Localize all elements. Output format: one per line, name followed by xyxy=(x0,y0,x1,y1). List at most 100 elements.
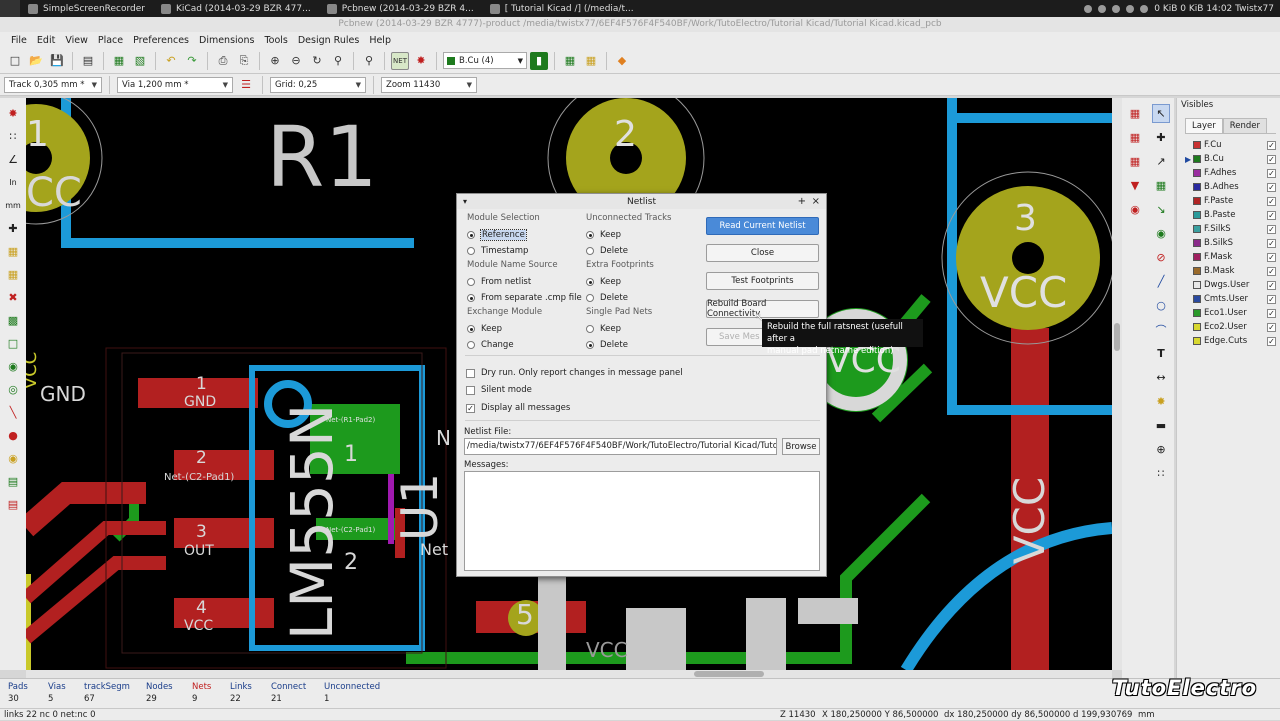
close-button[interactable]: Close xyxy=(706,244,819,262)
grid-origin-icon[interactable]: ∷ xyxy=(1152,464,1170,483)
test-footprints-button[interactable]: Test Footprints xyxy=(706,272,819,290)
layer-visible-checkbox[interactable]: ✓ xyxy=(1267,168,1276,178)
units-inch-icon[interactable]: In xyxy=(3,173,23,192)
net-highlight-icon[interactable]: ✚ xyxy=(1152,128,1170,147)
local-ratsnest-icon[interactable]: ▦ xyxy=(1126,128,1144,147)
zoom-redraw-icon[interactable]: ↻ xyxy=(308,52,326,70)
layer-visible-checkbox[interactable]: ✓ xyxy=(1267,322,1276,332)
module-ratsnest-icon[interactable]: ▦ xyxy=(3,265,23,284)
vertical-scrollbar[interactable] xyxy=(1112,98,1122,670)
module-editor-icon[interactable]: ▦ xyxy=(110,52,128,70)
radio-tracks-keep[interactable]: Keep xyxy=(586,227,672,243)
layer-visible-checkbox[interactable]: ✓ xyxy=(1267,182,1276,192)
tab-render[interactable]: Render xyxy=(1222,118,1267,133)
layer-name[interactable]: Eco1.User xyxy=(1204,308,1267,318)
battery-icon[interactable] xyxy=(1126,4,1135,13)
find-icon[interactable]: ⚲ xyxy=(360,52,378,70)
menu-design-rules[interactable]: Design Rules xyxy=(293,35,364,46)
units-mm-icon[interactable]: mm xyxy=(3,196,23,215)
zoom-in-icon[interactable]: ⊕ xyxy=(266,52,284,70)
radio-reference[interactable]: Reference xyxy=(467,227,540,243)
radio-footprints-delete[interactable]: Delete xyxy=(586,290,654,306)
taskbar-item-recorder[interactable]: SimpleScreenRecorder xyxy=(20,0,153,17)
layer-row[interactable]: Eco2.User ✓ xyxy=(1185,320,1276,334)
layer-color-swatch[interactable] xyxy=(1193,141,1201,149)
layer-name[interactable]: F.Paste xyxy=(1204,196,1267,206)
netlist-icon[interactable]: NET xyxy=(391,51,409,70)
layer-visible-checkbox[interactable]: ✓ xyxy=(1267,140,1276,150)
grid-select[interactable]: Grid: 0,25 ▼ xyxy=(270,76,366,93)
layer-row[interactable]: ▶ B.Cu ✓ xyxy=(1185,152,1276,166)
via-size-select[interactable]: Via 1,200 mm * ▼ xyxy=(117,76,233,93)
show-ratsnest-icon[interactable]: ▦ xyxy=(3,242,23,261)
layer-visible-checkbox[interactable]: ✓ xyxy=(1267,266,1276,276)
layer-color-swatch[interactable] xyxy=(1193,169,1201,177)
layer-row[interactable]: F.SilkS ✓ xyxy=(1185,222,1276,236)
auto-track-width-icon[interactable]: ☰ xyxy=(237,76,255,94)
layer-color-swatch[interactable] xyxy=(1193,225,1201,233)
target-icon[interactable]: ✸ xyxy=(1152,392,1170,411)
radio-from-netlist[interactable]: From netlist xyxy=(467,274,582,290)
check-display-all[interactable]: ✓ Display all messages xyxy=(466,403,570,413)
maximize-icon[interactable]: + xyxy=(798,196,806,207)
layer-visible-checkbox[interactable]: ✓ xyxy=(1267,210,1276,220)
layer-row[interactable]: F.Cu ✓ xyxy=(1185,138,1276,152)
via-icon[interactable]: ◉ xyxy=(1152,224,1170,243)
select-cursor-icon[interactable]: ↖ xyxy=(1152,104,1170,123)
menu-file[interactable]: File xyxy=(6,35,32,46)
track-width-select[interactable]: Track 0,305 mm * ▼ xyxy=(4,76,102,93)
radio-singlepad-keep[interactable]: Keep xyxy=(586,321,652,337)
taskbar-item-kicad[interactable]: KiCad (2014-03-29 BZR 477... xyxy=(153,0,319,17)
print-icon[interactable]: ⎙ xyxy=(214,52,232,70)
layer-color-swatch[interactable] xyxy=(1193,337,1201,345)
layer-color-swatch[interactable] xyxy=(1193,197,1201,205)
menu-preferences[interactable]: Preferences xyxy=(128,35,194,46)
layer-row[interactable]: B.Adhes ✓ xyxy=(1185,180,1276,194)
drc-icon[interactable]: ✸ xyxy=(412,52,430,70)
radio-timestamp[interactable]: Timestamp xyxy=(467,243,540,259)
module-icon[interactable]: ▦ xyxy=(1152,176,1170,195)
keepout-icon[interactable]: ⊘ xyxy=(1152,248,1170,267)
menu-help[interactable]: Help xyxy=(364,35,396,46)
layer-name[interactable]: F.SilkS xyxy=(1204,224,1267,234)
layer-visible-checkbox[interactable]: ✓ xyxy=(1267,308,1276,318)
zoom-select[interactable]: Zoom 11430 ▼ xyxy=(381,76,477,93)
layer-color-swatch[interactable] xyxy=(1193,309,1201,317)
radio-tracks-delete[interactable]: Delete xyxy=(586,243,672,259)
layer-manager-icon[interactable]: ◉ xyxy=(3,449,23,468)
wifi-icon[interactable] xyxy=(1112,4,1121,13)
check-dry-run[interactable]: Dry run. Only report changes in message … xyxy=(466,368,683,378)
messages-panel[interactable] xyxy=(464,471,820,571)
radio-exchange-change[interactable]: Change xyxy=(467,337,542,353)
radio-from-cmp-file[interactable]: From separate .cmp file xyxy=(467,290,582,306)
delete-icon[interactable]: ▬ xyxy=(1152,416,1170,435)
layer-color-swatch[interactable] xyxy=(1193,211,1201,219)
zone-fill-icon[interactable]: ▩ xyxy=(3,311,23,330)
zone-outline-icon[interactable]: □ xyxy=(3,334,23,353)
undo-icon[interactable]: ↶ xyxy=(162,52,180,70)
layer-name[interactable]: Cmts.User xyxy=(1204,294,1267,304)
layer-visible-checkbox[interactable]: ✓ xyxy=(1267,252,1276,262)
taskbar-item-pcbnew[interactable]: Pcbnew (2014-03-29 BZR 4... xyxy=(319,0,482,17)
layer-visible-checkbox[interactable]: ✓ xyxy=(1267,154,1276,164)
layer-visible-checkbox[interactable]: ✓ xyxy=(1267,336,1276,346)
layer-color-swatch[interactable] xyxy=(1193,253,1201,261)
drc-off-icon[interactable]: ✸ xyxy=(3,104,23,123)
app-menu-button[interactable] xyxy=(0,0,20,17)
scroll-thumb[interactable] xyxy=(1114,323,1120,351)
radio-exchange-keep[interactable]: Keep xyxy=(467,321,542,337)
scroll-thumb[interactable] xyxy=(694,671,764,677)
layer-visible-checkbox[interactable]: ✓ xyxy=(1267,238,1276,248)
layer-name[interactable]: B.Mask xyxy=(1204,266,1267,276)
layer-name[interactable]: Eco2.User xyxy=(1204,322,1267,332)
auto-delete-track-icon[interactable]: ✖ xyxy=(3,288,23,307)
open-board-icon[interactable]: 📂 xyxy=(27,52,45,70)
plot-icon[interactable]: ⎘ xyxy=(235,52,253,70)
layer-color-swatch[interactable] xyxy=(1193,295,1201,303)
close-icon[interactable]: × xyxy=(812,196,820,207)
layer-visible-checkbox[interactable]: ✓ xyxy=(1267,294,1276,304)
autoplace-icon[interactable]: ▦ xyxy=(561,52,579,70)
show-mode-icon[interactable]: ◆ xyxy=(613,52,631,70)
menu-view[interactable]: View xyxy=(60,35,93,46)
menu-dimensions[interactable]: Dimensions xyxy=(194,35,259,46)
